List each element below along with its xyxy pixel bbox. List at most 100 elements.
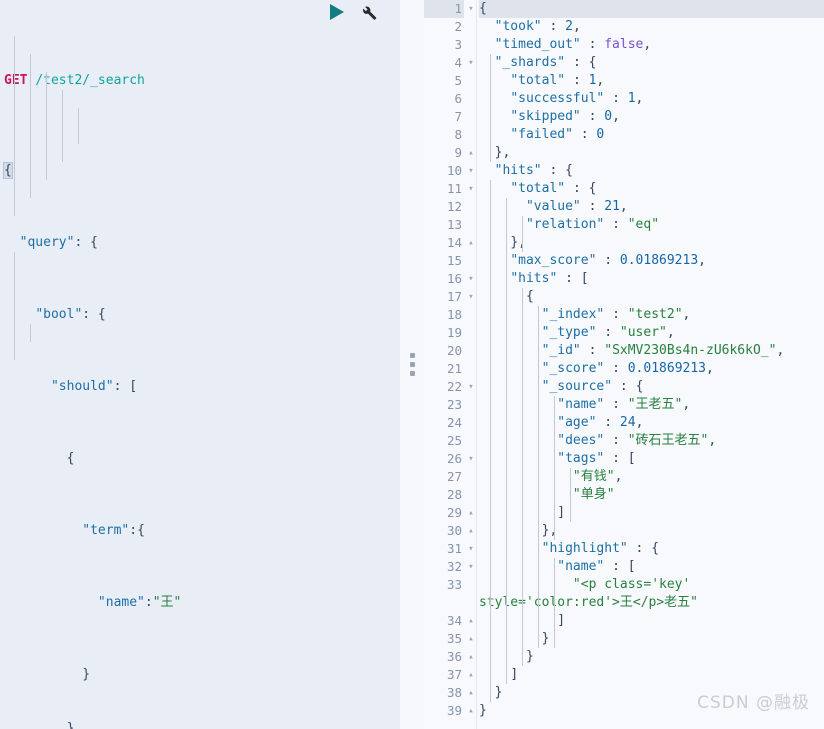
fold-none bbox=[466, 90, 476, 108]
fold-open-icon[interactable]: ▾ bbox=[466, 540, 476, 558]
response-line-text: "dees" : "砖石王老五", bbox=[479, 432, 824, 450]
response-line-text: "单身" bbox=[479, 486, 824, 504]
response-line-text: "max_score" : 0.01869213, bbox=[479, 252, 824, 270]
fold-close-icon[interactable]: ▴ bbox=[466, 234, 476, 252]
response-line[interactable]: 30▴ }, bbox=[424, 522, 824, 540]
response-line[interactable]: 11▾ "total" : { bbox=[424, 180, 824, 198]
response-line[interactable]: 36▴ } bbox=[424, 648, 824, 666]
response-line-text: ] bbox=[479, 504, 824, 522]
request-line[interactable]: { bbox=[0, 450, 400, 468]
fold-close-icon[interactable]: ▴ bbox=[466, 612, 476, 630]
response-line-text: } bbox=[479, 630, 824, 648]
fold-none bbox=[466, 306, 476, 324]
response-line[interactable]: 5 "total" : 1, bbox=[424, 72, 824, 90]
fold-close-icon[interactable]: ▴ bbox=[466, 522, 476, 540]
indent-guide bbox=[538, 306, 539, 648]
response-line[interactable]: 25 "dees" : "砖石王老五", bbox=[424, 432, 824, 450]
response-line[interactable]: 29▴ ] bbox=[424, 504, 824, 522]
fold-open-icon[interactable]: ▾ bbox=[466, 0, 476, 18]
request-line[interactable]: "name":"王" bbox=[0, 594, 400, 612]
response-line[interactable]: 17▾ { bbox=[424, 288, 824, 306]
response-line[interactable]: 6 "successful" : 1, bbox=[424, 90, 824, 108]
line-number: 36 bbox=[424, 648, 464, 666]
response-line[interactable]: 22▾ "_source" : { bbox=[424, 378, 824, 396]
response-line[interactable]: 28 "单身" bbox=[424, 486, 824, 504]
request-line-method[interactable]: GET /test2/_search bbox=[0, 72, 400, 90]
fold-close-icon[interactable]: ▴ bbox=[466, 504, 476, 522]
fold-open-icon[interactable]: ▾ bbox=[466, 288, 476, 306]
response-line[interactable]: 20 "_id" : "SxMV230Bs4n-zU6k6kO_", bbox=[424, 342, 824, 360]
response-line[interactable]: 32▾ "name" : [ bbox=[424, 558, 824, 576]
response-line[interactable]: 15 "max_score" : 0.01869213, bbox=[424, 252, 824, 270]
response-line[interactable]: 7 "skipped" : 0, bbox=[424, 108, 824, 126]
fold-open-icon[interactable]: ▾ bbox=[466, 378, 476, 396]
line-number: 25 bbox=[424, 432, 464, 450]
response-line[interactable]: 1▾{ bbox=[424, 0, 824, 18]
response-line[interactable]: 9▴ }, bbox=[424, 144, 824, 162]
response-line[interactable]: 34▴ ] bbox=[424, 612, 824, 630]
request-code[interactable]: GET /test2/_search { "query": { "bool": … bbox=[0, 0, 400, 729]
fold-none bbox=[466, 576, 476, 612]
response-line[interactable]: 24 "age" : 24, bbox=[424, 414, 824, 432]
play-icon[interactable] bbox=[330, 4, 344, 20]
fold-close-icon[interactable]: ▴ bbox=[466, 630, 476, 648]
request-line[interactable]: "query": { bbox=[0, 234, 400, 252]
response-line[interactable]: 13 "relation" : "eq" bbox=[424, 216, 824, 234]
response-line[interactable]: 21 "_score" : 0.01869213, bbox=[424, 360, 824, 378]
response-line[interactable]: 2 "took" : 2, bbox=[424, 18, 824, 36]
response-line[interactable]: 3 "timed_out" : false, bbox=[424, 36, 824, 54]
line-number: 9 bbox=[424, 144, 464, 162]
fold-open-icon[interactable]: ▾ bbox=[466, 162, 476, 180]
response-line[interactable]: 23 "name" : "王老五", bbox=[424, 396, 824, 414]
line-number: 14 bbox=[424, 234, 464, 252]
response-line[interactable]: 19 "_type" : "user", bbox=[424, 324, 824, 342]
response-line[interactable]: 35▴ } bbox=[424, 630, 824, 648]
response-line[interactable]: 14▴ }, bbox=[424, 234, 824, 252]
line-number: 37 bbox=[424, 666, 464, 684]
fold-close-icon[interactable]: ▴ bbox=[466, 684, 476, 702]
fold-open-icon[interactable]: ▾ bbox=[466, 180, 476, 198]
fold-none bbox=[466, 18, 476, 36]
response-line[interactable]: 27 "有钱", bbox=[424, 468, 824, 486]
fold-open-icon[interactable]: ▾ bbox=[466, 270, 476, 288]
line-number: 24 bbox=[424, 414, 464, 432]
request-line[interactable]: "should": [ bbox=[0, 378, 400, 396]
request-line[interactable]: "term":{ bbox=[0, 522, 400, 540]
wrench-icon[interactable] bbox=[358, 2, 378, 22]
request-line[interactable]: } bbox=[0, 666, 400, 684]
response-line[interactable]: 37▴ ] bbox=[424, 666, 824, 684]
request-line[interactable]: "bool": { bbox=[0, 306, 400, 324]
response-line[interactable]: 4▾ "_shards" : { bbox=[424, 54, 824, 72]
response-line[interactable]: 33 "<p class='key' style='color:red'>王</… bbox=[424, 576, 824, 612]
fold-none bbox=[466, 486, 476, 504]
response-line[interactable]: 8 "failed" : 0 bbox=[424, 126, 824, 144]
response-line-text: "_type" : "user", bbox=[479, 324, 824, 342]
response-line[interactable]: 16▾ "hits" : [ bbox=[424, 270, 824, 288]
fold-none bbox=[466, 396, 476, 414]
line-number: 26 bbox=[424, 450, 464, 468]
response-line[interactable]: 18 "_index" : "test2", bbox=[424, 306, 824, 324]
fold-open-icon[interactable]: ▾ bbox=[466, 558, 476, 576]
request-editor-pane[interactable]: GET /test2/_search { "query": { "bool": … bbox=[0, 0, 400, 729]
response-line[interactable]: 31▾ "highlight" : { bbox=[424, 540, 824, 558]
response-line-text: "hits" : { bbox=[479, 162, 824, 180]
request-line[interactable]: { bbox=[0, 162, 400, 180]
request-line[interactable]: } bbox=[0, 720, 400, 729]
fold-close-icon[interactable]: ▴ bbox=[466, 702, 476, 720]
response-viewer-pane[interactable]: 1▾{2 "took" : 2,3 "timed_out" : false,4▾… bbox=[424, 0, 824, 729]
response-line[interactable]: 10▾ "hits" : { bbox=[424, 162, 824, 180]
response-line-text: "timed_out" : false, bbox=[479, 36, 824, 54]
line-number: 29 bbox=[424, 504, 464, 522]
line-number: 11 bbox=[424, 180, 464, 198]
response-line[interactable]: 12 "value" : 21, bbox=[424, 198, 824, 216]
response-line[interactable]: 26▾ "tags" : [ bbox=[424, 450, 824, 468]
indent-guide bbox=[554, 558, 555, 648]
fold-close-icon[interactable]: ▴ bbox=[466, 666, 476, 684]
fold-close-icon[interactable]: ▴ bbox=[466, 144, 476, 162]
fold-close-icon[interactable]: ▴ bbox=[466, 648, 476, 666]
fold-open-icon[interactable]: ▾ bbox=[466, 54, 476, 72]
response-line-text: }, bbox=[479, 522, 824, 540]
pane-splitter[interactable] bbox=[400, 0, 424, 729]
fold-open-icon[interactable]: ▾ bbox=[466, 450, 476, 468]
indent-guide bbox=[46, 72, 47, 180]
